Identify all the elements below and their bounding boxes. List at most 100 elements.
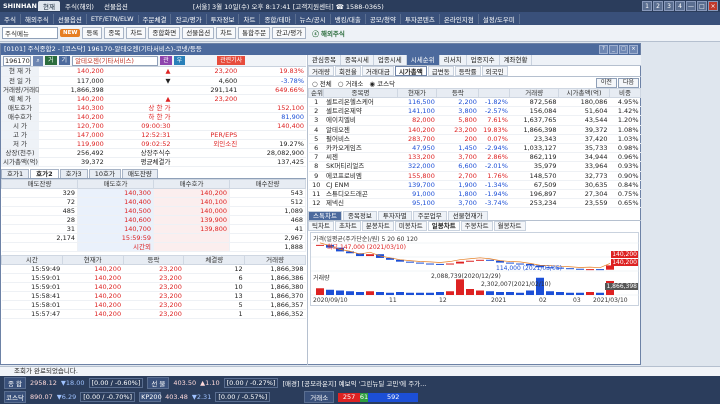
ask-price[interactable]: 140,400 — [77, 197, 154, 207]
tab-second[interactable]: 초차트 — [334, 221, 361, 232]
tab-unfinished[interactable]: 미봉차트 — [394, 221, 427, 232]
menu-item[interactable]: ETF/ETN/ELW — [87, 14, 139, 23]
screen-4-button[interactable]: 4 — [675, 1, 685, 11]
tab-hoga10[interactable]: 10호가 — [88, 168, 121, 178]
tab-weekly[interactable]: 주봉차트 — [460, 221, 493, 232]
menu-item[interactable]: 온라인지점 — [440, 13, 479, 24]
tab-hoga1[interactable]: 호가1 — [1, 168, 30, 178]
related-news-button[interactable]: 관련기사 — [217, 56, 246, 65]
ask-price[interactable]: 15:59:59 — [77, 233, 154, 243]
ranking-row[interactable]: 2 셀트리온제약 141,100 3,800 -2.57% 156,084 51,604 1.… — [308, 106, 641, 117]
rank-stock-name[interactable]: 셀트리온제약 — [323, 106, 398, 117]
rank-stock-name[interactable]: 제넥신 — [323, 198, 398, 209]
ranking-row[interactable]: 11 스튜디오드래곤 91,000 1,800 -1.94% 196,897 27,304 0… — [308, 189, 641, 200]
tab-order[interactable]: 주문업무 — [412, 211, 447, 221]
search-icon[interactable]: ⌕ — [33, 55, 43, 66]
toolbar-button[interactable]: 잔고/평가 — [272, 27, 307, 39]
rank-stock-name[interactable]: 에코프로비엠 — [323, 171, 398, 181]
screen-3-button[interactable]: 3 — [664, 1, 674, 11]
tab-sudden-change[interactable]: 급변동 — [427, 66, 454, 76]
toolbar-button[interactable]: 종목 — [104, 27, 125, 39]
rank-stock-name[interactable]: 에이치엘비 — [323, 115, 398, 126]
ranking-row[interactable]: 9 에코프로비엠 155,800 2,700 1.76% 148,570 32,773 0.9… — [308, 171, 641, 181]
price-chart[interactable]: 가격(일평균(주가단순)/원) 5 20 60 120 최고 147,000 (… — [310, 232, 639, 307]
close-icon[interactable]: × — [708, 1, 718, 11]
tab-market-cap[interactable]: 시가총액 — [394, 66, 427, 76]
tab-sector-index[interactable]: 업종지수 — [467, 55, 500, 65]
stock-code-input[interactable]: 196170 — [3, 55, 31, 66]
tab-foreigner[interactable]: 외국인 — [481, 66, 508, 76]
tab-hoga3[interactable]: 호가3 — [59, 168, 88, 178]
tab-minute[interactable]: 분봉차트 — [361, 221, 394, 232]
bid-price[interactable]: 140,100 — [153, 197, 230, 207]
menu-item[interactable]: 뉴스/공시 — [296, 13, 331, 24]
menu-item[interactable]: 뱅킹/대출 — [331, 13, 366, 24]
menu-item[interactable]: 잔고/평가 — [171, 13, 207, 24]
menu-item[interactable]: 주문체결 — [139, 13, 172, 24]
bid-price[interactable]: 139,900 — [153, 215, 230, 225]
minimize-icon[interactable]: _ — [609, 45, 618, 54]
maximize-icon[interactable]: □ — [697, 1, 707, 11]
ranking-row[interactable]: 6 카카오게임즈 47,950 1,450 -2.94% 1,033,127 35,733 0… — [308, 143, 641, 154]
tab-turnover[interactable]: 회전율 — [334, 66, 361, 76]
next-button[interactable]: 다음 — [617, 78, 639, 88]
tab-tick[interactable]: 틱차트 — [308, 221, 334, 232]
toolbar-button[interactable]: 차트 — [126, 27, 147, 39]
tab-hoga2[interactable]: 호가2 — [30, 168, 59, 178]
rank-stock-name[interactable]: 카카오게임즈 — [323, 143, 398, 154]
ranking-row[interactable]: 5 펄어비스 283,700 200 0.07% 23,343 37,420 1.03% — [308, 134, 641, 144]
ranking-row[interactable]: 1 셀트리온헬스케어 116,500 2,200 -1.82% 872,568 180,08… — [308, 97, 641, 108]
tab-volume[interactable]: 거래량 — [308, 66, 334, 76]
stock-name-field[interactable]: 알테오젠(기타서비스) — [72, 55, 159, 66]
tab-stock-chart[interactable]: 스톡차트 — [308, 211, 342, 221]
rank-stock-name[interactable]: 스튜디오드래곤 — [323, 189, 398, 200]
screen-1-button[interactable]: 1 — [642, 1, 652, 11]
rank-stock-name[interactable]: 씨젠 — [323, 152, 398, 163]
ask-price[interactable]: 140,300 — [77, 188, 154, 198]
tab-stock-info[interactable]: 종목정보 — [342, 211, 377, 221]
rank-stock-name[interactable]: CJ ENM — [323, 180, 398, 190]
tab-change-rate[interactable]: 등락률 — [454, 66, 481, 76]
toolbar-button[interactable]: 선물옵션 — [182, 27, 215, 39]
menu-item[interactable]: 공모/청약 — [366, 13, 401, 24]
ask-price[interactable]: 140,700 — [77, 224, 154, 234]
menu-item[interactable]: 설정/도우미 — [479, 13, 520, 24]
ranking-row[interactable]: 4 알테오젠 140,200 23,200 19.83% 1,866,398 39,372 1… — [308, 125, 641, 135]
toolbar-button[interactable]: 등록 — [82, 27, 103, 39]
bid-price[interactable] — [153, 233, 230, 243]
menu-item[interactable]: 종합/테마 — [260, 13, 296, 24]
menu-item[interactable]: 투자콘텐츠 — [401, 13, 440, 24]
screen-2-button[interactable]: 2 — [653, 1, 663, 11]
tab-futures-price[interactable]: 선물현재가 — [447, 211, 488, 221]
bid-price[interactable]: 139,800 — [153, 224, 230, 234]
rank-stock-name[interactable]: SK머티리얼즈 — [323, 161, 398, 172]
tab-account[interactable]: 계좌현황 — [500, 55, 533, 65]
tab-research[interactable]: 리서치 — [440, 55, 467, 65]
tab-investor[interactable]: 투자자별 — [377, 211, 412, 221]
bid-price[interactable] — [153, 242, 230, 252]
tab-watchlist[interactable]: 관심종목 — [308, 55, 341, 65]
title-tab-overseas[interactable]: 주식(해외) — [60, 1, 99, 11]
news-ticker[interactable]: [매경] [공모라운지] 예보익 '그린뉴딜 고민'에 주가... — [282, 378, 426, 388]
menu-item[interactable]: 투자정보 — [207, 13, 240, 24]
tab-ask-remain[interactable]: 매도잔량 — [121, 168, 158, 178]
ask-price[interactable]: 140,500 — [77, 206, 154, 216]
ask-price[interactable]: 140,600 — [77, 215, 154, 225]
tab-sector-quote[interactable]: 업종시세 — [374, 55, 407, 65]
menu-item[interactable]: 선물옵션 — [54, 13, 87, 24]
ranking-row[interactable]: 7 씨젠 133,200 3,700 2.86% 862,119 34,944 0.96% — [308, 152, 641, 163]
minimize-icon[interactable]: — — [686, 1, 696, 11]
bid-price[interactable]: 140,000 — [153, 206, 230, 216]
rank-stock-name[interactable]: 알테오젠 — [323, 125, 398, 135]
rank-stock-name[interactable]: 셀트리온헬스케어 — [323, 97, 398, 108]
ranking-row[interactable]: 12 제넥신 95,100 3,700 -3.74% 253,234 23,559 0.65% — [308, 198, 641, 209]
tab-monthly[interactable]: 월봉차트 — [493, 221, 526, 232]
ranking-row[interactable]: 8 SK머티리얼즈 322,000 6,600 -2.01% 35,979 33,964 0.… — [308, 161, 641, 172]
bid-price[interactable]: 140,200 — [153, 188, 230, 198]
tab-ranking[interactable]: 시세순위 — [406, 55, 440, 65]
toolbar-button[interactable]: 차트 — [216, 27, 237, 39]
tab-stock-quote[interactable]: 종목시세 — [341, 55, 374, 65]
maximize-icon[interactable]: □ — [619, 45, 628, 54]
title-tab-futures[interactable]: 선물옵션 — [99, 1, 133, 11]
ranking-row[interactable]: 3 에이치엘비 82,000 5,800 7.61% 1,637,765 43,544 1.2… — [308, 115, 641, 126]
